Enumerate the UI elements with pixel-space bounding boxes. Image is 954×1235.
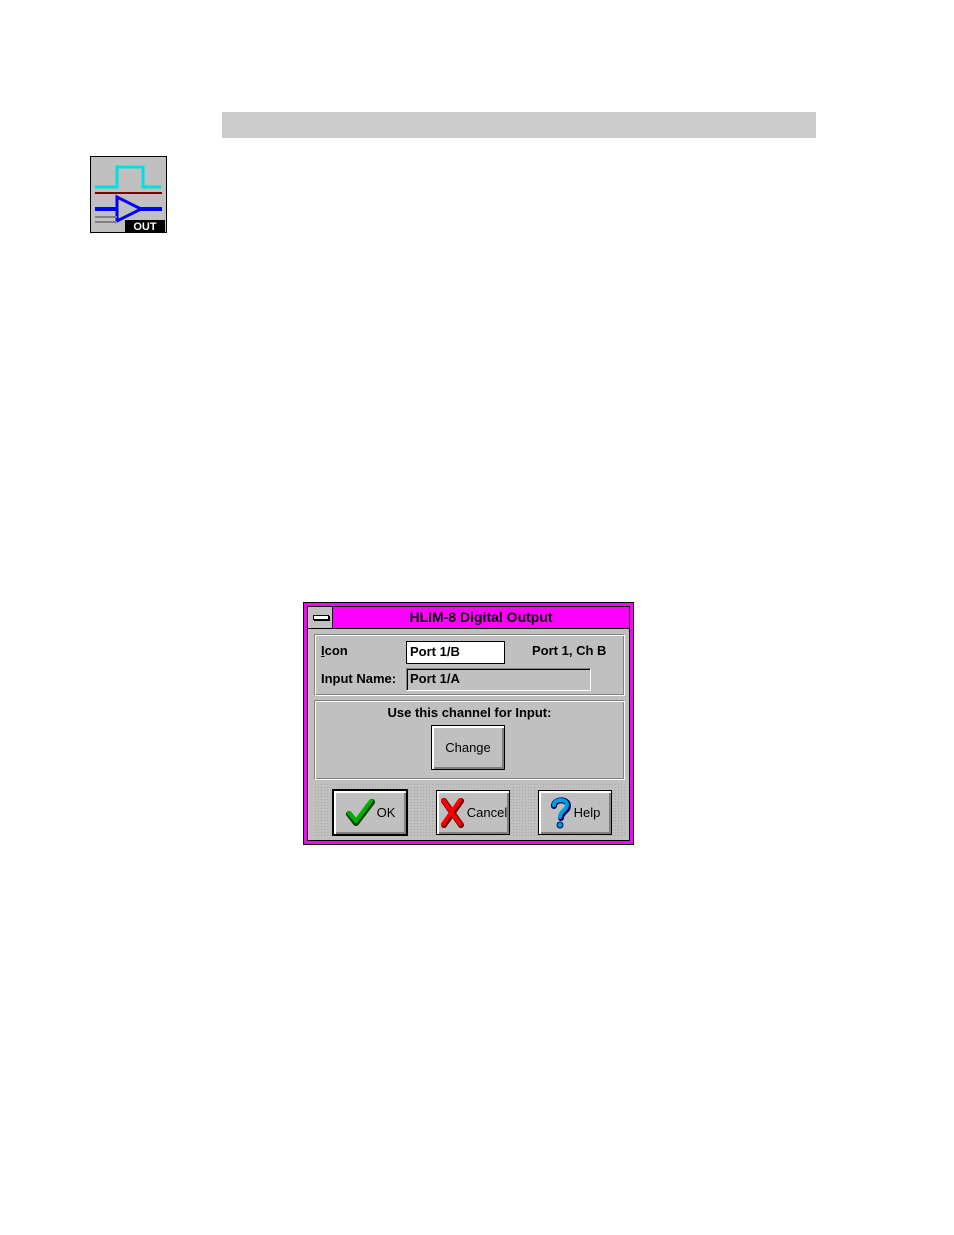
system-menu-button[interactable] xyxy=(308,607,333,628)
system-menu-icon xyxy=(313,615,329,620)
input-name-field: Port 1/A xyxy=(406,668,591,691)
red-x-icon xyxy=(439,797,465,828)
use-channel-label: Use this channel for Input: xyxy=(387,705,552,720)
help-button[interactable]: Help xyxy=(538,790,612,835)
cancel-button-label: Cancel xyxy=(466,805,508,820)
settings-group: Icon Port 1/B Port 1, Ch B Input Name: P… xyxy=(314,634,625,696)
dialog-title: HLIM-8 Digital Output xyxy=(409,609,553,625)
checkmark-icon xyxy=(345,798,375,828)
icon-label: Icon xyxy=(321,643,348,658)
input-channel-group: Use this channel for Input: Change xyxy=(314,700,625,780)
help-button-label: Help xyxy=(573,805,601,820)
input-name-label: Input Name: xyxy=(321,671,397,686)
change-button[interactable]: Change xyxy=(431,725,505,770)
svg-text:OUT: OUT xyxy=(133,221,157,232)
ok-button-label: OK xyxy=(376,805,396,820)
icon-name-input[interactable]: Port 1/B xyxy=(406,641,505,664)
dialog-client-area: Icon Port 1/B Port 1, Ch B Input Name: P… xyxy=(307,629,630,841)
title-bar: HLIM-8 Digital Output xyxy=(307,606,630,629)
button-bar: OK Cancel Help xyxy=(314,783,625,837)
question-mark-icon xyxy=(550,796,572,830)
change-button-label: Change xyxy=(445,740,491,755)
digital-output-icon: OUT xyxy=(90,156,167,233)
cancel-button[interactable]: Cancel xyxy=(436,790,510,835)
port-channel-label: Port 1, Ch B xyxy=(532,643,607,658)
ok-button[interactable]: OK xyxy=(332,789,408,836)
digital-output-dialog: HLIM-8 Digital Output Icon Port 1/B Port… xyxy=(303,602,634,845)
header-bar xyxy=(222,112,816,138)
